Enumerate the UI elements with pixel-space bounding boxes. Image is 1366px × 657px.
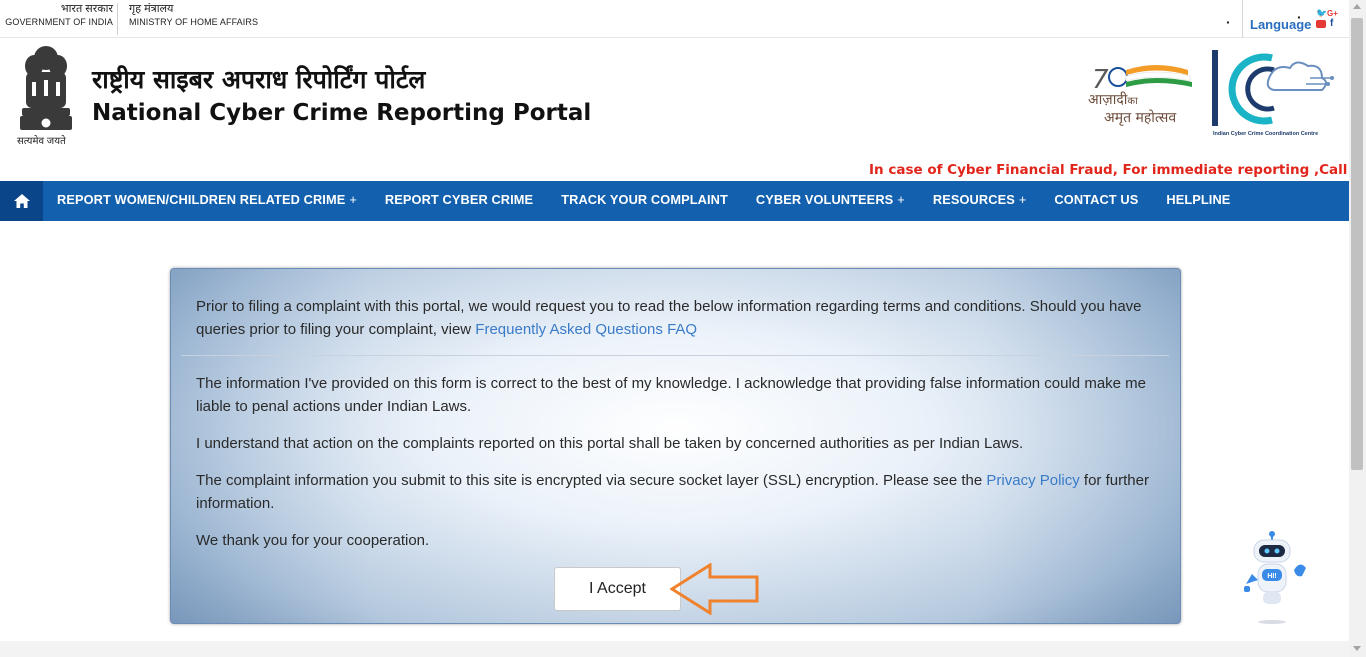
thanks-paragraph: We thank you for your cooperation. (196, 532, 430, 549)
azadi-ka-word: का (1127, 96, 1138, 107)
twitter-icon[interactable]: 🐦 (1316, 8, 1327, 19)
separator-dot: · (1226, 14, 1231, 30)
ministry-label: गृह मंत्रालय MINISTRY OF HOME AFFAIRS (129, 3, 258, 29)
mha-english-text: MINISTRY OF HOME AFFAIRS (129, 17, 259, 27)
i4c-logo-icon (1212, 50, 1334, 126)
nav-item-label: REPORT CYBER CRIME (384, 192, 534, 207)
accept-button[interactable]: I Accept (554, 567, 681, 611)
modal-divider (181, 355, 1169, 356)
nav-track-complaint[interactable]: TRACK YOUR COMPLAINT (547, 181, 742, 221)
expand-icon: + (1018, 192, 1027, 207)
nav-contact-us[interactable]: CONTACT US (1040, 181, 1152, 221)
declaration-paragraph: The information I've provided on this fo… (196, 375, 1147, 415)
amrit-mahotsav-text: अमृत महोत्सव (1104, 110, 1177, 126)
ssl-paragraph: The complaint information you submit to … (196, 469, 1158, 515)
nav-item-label: RESOURCES (932, 192, 1015, 207)
language-link[interactable]: Language (1250, 17, 1311, 32)
intro-paragraph: Prior to filing a complaint with this po… (196, 295, 1158, 341)
nav-report-cyber-crime[interactable]: REPORT CYBER CRIME (371, 181, 547, 221)
azadi-text: आज़ादीका अमृत महोत्सव (1088, 92, 1176, 127)
google-plus-icon[interactable]: G+ (1327, 9, 1338, 18)
home-icon (13, 194, 30, 208)
privacy-policy-link[interactable]: Privacy Policy (986, 472, 1079, 489)
emblem-caption: सत्यमेव जयते (17, 136, 66, 147)
nav-item-label: CONTACT US (1054, 192, 1139, 207)
main-navigation: REPORT WOMEN/CHILDREN RELATED CRIME + REP… (0, 181, 1349, 221)
gov-hindi-text: भारत सरकार (60, 3, 113, 15)
mha-hindi-text: गृह मंत्रालय (129, 3, 174, 15)
chatbot-badge: HI! (1267, 573, 1276, 580)
portal-title-hindi: राष्ट्रीय साइबर अपराध रिपोर्टिंग पोर्टल (92, 65, 426, 94)
nav-report-women-children-crime[interactable]: REPORT WOMEN/CHILDREN RELATED CRIME + (43, 181, 371, 221)
top-strip: भारत सरकार GOVERNMENT OF INDIA गृह मंत्र… (0, 0, 1349, 38)
youtube-icon[interactable] (1316, 20, 1326, 28)
page-bottom-band (0, 641, 1349, 657)
nav-helpline[interactable]: HELPLINE (1152, 181, 1244, 221)
expand-icon: + (897, 192, 905, 207)
svg-text:7: 7 (1092, 65, 1109, 95)
facebook-icon[interactable]: f (1330, 18, 1333, 29)
chatbot-icon[interactable]: HI! (1238, 528, 1318, 626)
vertical-scrollbar[interactable] (1349, 0, 1366, 657)
nav-cyber-volunteers[interactable]: CYBER VOLUNTEERS + (742, 181, 919, 221)
language-selector[interactable]: Language · (1242, 0, 1311, 38)
nav-item-label: CYBER VOLUNTEERS (755, 192, 894, 207)
national-emblem-icon (20, 46, 72, 130)
helpline-marquee: In case of Cyber Financial Fraud, For im… (869, 162, 1349, 178)
scroll-up-icon[interactable] (1353, 4, 1361, 9)
nav-item-label: REPORT WOMEN/CHILDREN RELATED CRIME (57, 192, 346, 207)
portal-title-english: National Cyber Crime Reporting Portal (92, 100, 592, 126)
scrollbar-thumb[interactable] (1351, 18, 1363, 470)
social-links: 🐦 G+ f (1316, 8, 1344, 32)
nav-menu: REPORT WOMEN/CHILDREN RELATED CRIME + REP… (43, 181, 1244, 221)
nav-item-label: TRACK YOUR COMPLAINT (561, 192, 728, 207)
faq-link[interactable]: Frequently Asked Questions FAQ (475, 321, 697, 338)
nav-resources[interactable]: RESOURCES + (919, 181, 1041, 221)
i4c-caption: Indian Cyber Crime Coordination Centre (1213, 131, 1319, 137)
azadi-word: आज़ादी (1088, 92, 1128, 108)
authorities-paragraph: I understand that action on the complain… (196, 435, 1024, 452)
home-button[interactable] (0, 181, 43, 221)
separator-dot: · (1297, 9, 1302, 25)
expand-icon: + (349, 192, 357, 207)
pointer-arrow-icon (670, 563, 759, 615)
ssl-text: The complaint information you submit to … (196, 472, 983, 489)
government-of-india-label: भारत सरकार GOVERNMENT OF INDIA (0, 3, 118, 35)
gov-english-text: GOVERNMENT OF INDIA (5, 17, 113, 27)
scroll-down-icon[interactable] (1353, 646, 1361, 651)
nav-item-label: HELPLINE (1166, 192, 1231, 207)
